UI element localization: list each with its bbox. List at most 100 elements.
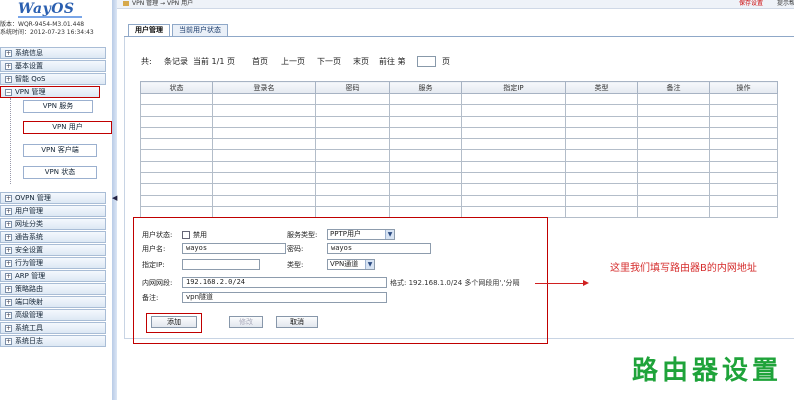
table-cell bbox=[709, 104, 778, 117]
menu-item-label: 智能 QoS bbox=[15, 75, 46, 83]
cancel-button[interactable]: 取消 bbox=[276, 316, 318, 328]
expand-plus-icon: + bbox=[5, 220, 12, 228]
save-settings-link[interactable]: 保存设置 bbox=[739, 0, 763, 8]
column-header-assigned-ip[interactable]: 指定IP bbox=[461, 81, 566, 94]
subnet-format-hint: 格式: 192.168.1.0/24 多个网段用','分隔 bbox=[390, 279, 520, 287]
table-cell bbox=[461, 92, 566, 106]
expand-plus-icon: + bbox=[5, 49, 12, 57]
sub-item-vpn-service[interactable]: VPN 服务 bbox=[23, 100, 93, 113]
column-header-login-name[interactable]: 登录名 bbox=[212, 81, 316, 94]
username-input[interactable]: wayos bbox=[182, 243, 286, 254]
menu-item-system-log[interactable]: + 系统日志 bbox=[0, 335, 106, 347]
table-cell bbox=[565, 160, 638, 174]
type-select[interactable]: VPN通道 ▼ bbox=[327, 259, 375, 270]
disable-checkbox[interactable] bbox=[182, 231, 190, 239]
sub-item-vpn-user[interactable]: VPN 用户 bbox=[23, 121, 112, 134]
pager-last-link[interactable]: 末页 bbox=[353, 56, 369, 68]
remark-input[interactable]: vpn隧道 bbox=[182, 292, 387, 303]
tips-help-link[interactable]: 提示帮 bbox=[777, 0, 794, 8]
menu-item-label: 系统工具 bbox=[15, 324, 43, 332]
table-cell bbox=[389, 126, 462, 140]
table-cell bbox=[709, 160, 778, 174]
table-cell bbox=[389, 115, 462, 128]
pager-next-link[interactable]: 下一页 bbox=[317, 56, 341, 68]
table-cell bbox=[565, 194, 638, 207]
table-cell bbox=[461, 138, 566, 151]
menu-item-url-category[interactable]: + 网址分类 bbox=[0, 218, 106, 230]
pager-prev-link[interactable]: 上一页 bbox=[281, 56, 305, 68]
sub-item-vpn-client[interactable]: VPN 客户端 bbox=[23, 144, 97, 157]
menu-item-arp[interactable]: + ARP 管理 bbox=[0, 270, 106, 282]
expand-plus-icon: + bbox=[5, 337, 12, 345]
column-header-status[interactable]: 状态 bbox=[140, 81, 213, 94]
menu-item-vpn-management[interactable]: − VPN 管理 bbox=[0, 86, 100, 98]
user-status-label: 用户状态: bbox=[142, 231, 173, 239]
expand-plus-icon: + bbox=[5, 62, 12, 70]
menu-item-basic-settings[interactable]: + 基本设置 bbox=[0, 60, 106, 72]
password-input[interactable]: wayos bbox=[327, 243, 431, 254]
menu-item-user-management[interactable]: + 用户管理 bbox=[0, 205, 106, 217]
table-cell bbox=[212, 138, 316, 151]
table-cell bbox=[212, 183, 316, 196]
menu-item-label: 网址分类 bbox=[15, 220, 43, 228]
menu-item-policy-routing[interactable]: + 策略路由 bbox=[0, 283, 106, 295]
expand-plus-icon: + bbox=[5, 246, 12, 254]
table-cell bbox=[461, 160, 566, 174]
expand-plus-icon: + bbox=[5, 194, 12, 202]
subnet-input[interactable]: 192.168.2.0/24 bbox=[182, 277, 387, 288]
tab-current-user-status[interactable]: 当前用户状态 bbox=[172, 24, 228, 36]
annotation-arrow-line bbox=[535, 283, 587, 284]
menu-item-label: 系统信息 bbox=[15, 49, 43, 57]
sub-item-vpn-status[interactable]: VPN 状态 bbox=[23, 166, 97, 179]
menu-item-port-mapping[interactable]: + 端口映射 bbox=[0, 296, 106, 308]
expand-plus-icon: + bbox=[5, 285, 12, 293]
pager-records: 条记录 bbox=[164, 57, 188, 66]
column-header-type[interactable]: 类型 bbox=[565, 81, 638, 94]
table-cell bbox=[140, 172, 213, 185]
assigned-ip-input[interactable] bbox=[182, 259, 260, 270]
menu-item-label: ARP 管理 bbox=[15, 272, 46, 280]
table-row bbox=[140, 183, 778, 196]
table-cell bbox=[461, 183, 566, 196]
pager-first-link[interactable]: 首页 bbox=[252, 56, 268, 68]
menu-item-system-tools[interactable]: + 系统工具 bbox=[0, 322, 106, 334]
top-bar: VPN 管理 → VPN 用户 保存设置 提示帮 bbox=[117, 0, 794, 9]
column-header-remark[interactable]: 备注 bbox=[637, 81, 710, 94]
column-header-password[interactable]: 密码 bbox=[315, 81, 390, 94]
page-number-input[interactable] bbox=[417, 56, 436, 67]
service-type-select[interactable]: PPTP用户 ▼ bbox=[327, 229, 395, 240]
table-cell bbox=[709, 92, 778, 106]
logo-underline bbox=[18, 16, 82, 18]
folder-icon bbox=[123, 1, 129, 6]
menu-item-smart-qos[interactable]: + 智能 QoS bbox=[0, 73, 106, 85]
table-cell bbox=[637, 92, 710, 106]
table-cell bbox=[709, 115, 778, 128]
table-cell bbox=[637, 183, 710, 196]
expand-plus-icon: + bbox=[5, 233, 12, 241]
menu-item-advanced[interactable]: + 高级管理 bbox=[0, 309, 106, 321]
table-cell bbox=[709, 205, 778, 219]
menu-item-system-info[interactable]: + 系统信息 bbox=[0, 47, 106, 59]
modify-button[interactable]: 修改 bbox=[229, 316, 263, 328]
table-cell bbox=[565, 92, 638, 106]
table-cell bbox=[315, 104, 390, 117]
collapse-arrow-icon[interactable]: ◀ bbox=[112, 192, 117, 204]
menu-item-behavior[interactable]: + 行为管理 bbox=[0, 257, 106, 269]
add-button[interactable]: 添加 bbox=[151, 316, 197, 328]
table-row bbox=[140, 194, 778, 207]
table-cell bbox=[212, 115, 316, 128]
password-label: 密码: bbox=[287, 245, 304, 253]
tree-connector bbox=[10, 98, 11, 184]
menu-item-notice-system[interactable]: + 通告系统 bbox=[0, 231, 106, 243]
type-label: 类型: bbox=[287, 261, 304, 269]
table-cell bbox=[565, 104, 638, 117]
assigned-ip-label: 指定IP: bbox=[142, 261, 165, 269]
column-header-action[interactable]: 操作 bbox=[709, 81, 778, 94]
table-cell bbox=[565, 149, 638, 162]
tab-user-management[interactable]: 用户管理 bbox=[128, 24, 170, 36]
menu-item-security[interactable]: + 安全设置 bbox=[0, 244, 106, 256]
table-cell bbox=[637, 194, 710, 207]
table-cell bbox=[565, 138, 638, 151]
menu-item-ovpn[interactable]: + OVPN 管理 bbox=[0, 192, 106, 204]
column-header-service[interactable]: 服务 bbox=[389, 81, 462, 94]
